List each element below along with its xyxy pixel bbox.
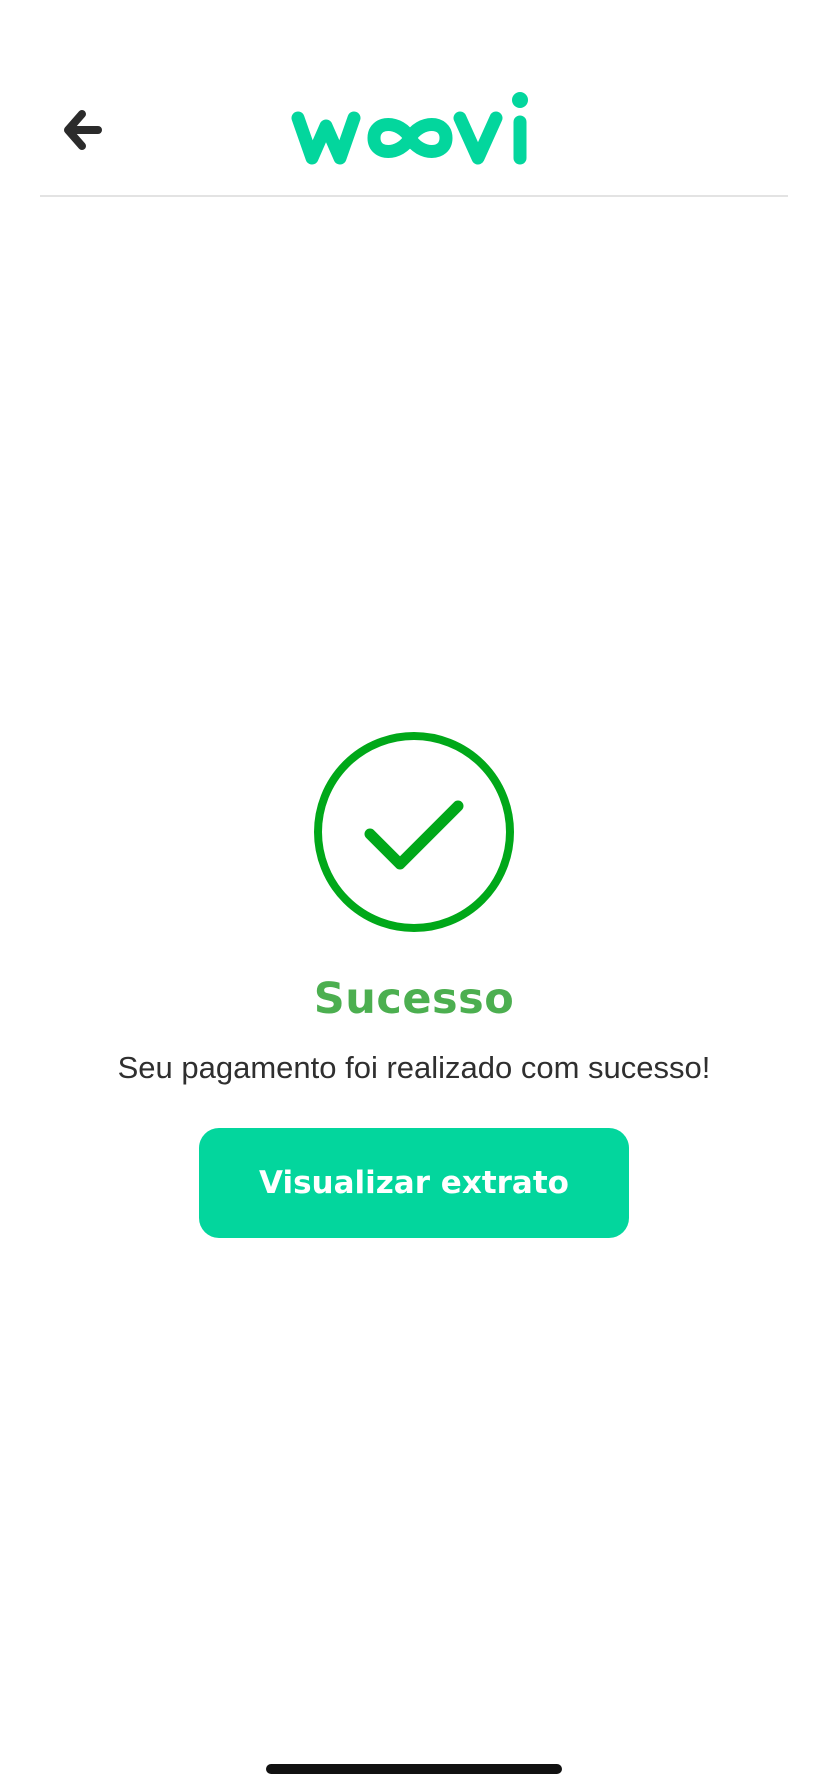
back-button[interactable] xyxy=(52,100,112,160)
success-title: Sucesso xyxy=(313,974,515,1024)
woovi-logo: woovi xyxy=(291,92,528,165)
check-circle-icon xyxy=(314,732,514,932)
header-divider xyxy=(40,195,788,197)
view-statement-label: Visualizar extrato xyxy=(259,1165,569,1201)
app-header: woovi xyxy=(0,0,828,197)
home-indicator xyxy=(266,1764,562,1774)
success-message: Seu pagamento foi realizado com sucesso! xyxy=(117,1050,711,1085)
arrow-left-icon xyxy=(64,110,102,150)
view-statement-button[interactable]: Visualizar extrato xyxy=(199,1128,629,1238)
